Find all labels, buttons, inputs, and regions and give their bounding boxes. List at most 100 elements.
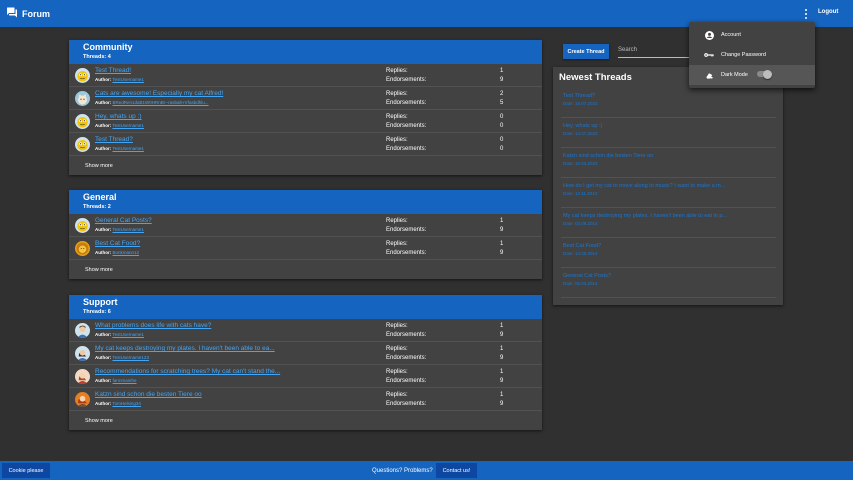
board-title: General (83, 192, 117, 202)
board-header[interactable]: Community Threads: 4 (69, 40, 542, 64)
board-header[interactable]: General Threads: 2 (69, 190, 542, 214)
thread-title-link[interactable]: Cats are awesome! Especially my cat Alfr… (95, 90, 223, 97)
avatar (75, 369, 90, 384)
newest-thread-item[interactable]: How do I get my cat to move along to mus… (561, 180, 776, 208)
contact-button[interactable]: Contact us! (436, 463, 477, 478)
author-link[interactable]: TestUsername1 (112, 332, 144, 337)
author-label: Author: (95, 100, 112, 105)
logout-button[interactable]: Logout (818, 9, 838, 15)
thread-title-link[interactable]: My cat keeps destroying my plates. I hav… (95, 345, 275, 352)
author-label: Author: (95, 332, 112, 337)
author-link[interactable]: BRedRen1daB1W0HRnBr--rasbalt-rrrfasbdhlu… (113, 100, 209, 105)
endorsements-count: 0 (500, 146, 504, 152)
avatar (75, 346, 90, 361)
endorsements-label: Endorsements: (386, 378, 427, 384)
newest-thread-date: Date: 03.08.2014 (563, 221, 598, 226)
endorsements-count: 9 (500, 250, 504, 256)
author-link[interactable]: TestUsername1 (112, 227, 144, 232)
thread-row: Hey, whats up :) Author: TestUsername1 Rep… (69, 110, 542, 133)
author-link[interactable]: TomHelsing34 (112, 401, 141, 406)
show-more-button[interactable]: Show more (69, 260, 542, 279)
replies-label: Replies: (386, 114, 408, 120)
endorsements-count: 5 (500, 100, 504, 106)
endorsements-label: Endorsements: (386, 77, 427, 83)
author-link[interactable]: TestUsername1 (112, 146, 144, 151)
brand[interactable]: Forum (6, 5, 50, 23)
newest-thread-title[interactable]: Katzn sind schon die besten Tiere oo (563, 153, 769, 159)
replies-count: 1 (500, 241, 504, 247)
author-link[interactable]: TestUsername1 (112, 123, 144, 128)
thread-title-link[interactable]: Hey, whats up :) (95, 113, 141, 120)
thread-title-link[interactable]: Test Thread! (95, 67, 131, 74)
newest-thread-title[interactable]: Best Cat Food? (563, 243, 769, 249)
dark-mode-toggle[interactable] (757, 69, 772, 79)
newest-thread-item[interactable]: General Cat Posts? Date: 06.03.2014 (561, 270, 776, 298)
avatar (75, 114, 90, 129)
replies-count: 1 (500, 392, 504, 398)
thread-row: Recommendations for scratching trees? My… (69, 365, 542, 388)
menu-item-dark-mode[interactable]: Dark Mode (689, 65, 815, 85)
newest-thread-title[interactable]: Test Thread? (563, 93, 769, 99)
thread-author: Author: TestUsername1 (95, 332, 144, 337)
endorsements-count: 9 (500, 355, 504, 361)
thread-title-link[interactable]: General Cat Posts? (95, 217, 152, 224)
endorsements-count: 0 (500, 123, 504, 129)
replies-count: 1 (500, 68, 504, 74)
newest-thread-item[interactable]: Best Cat Food? Date: 14.05.2014 (561, 240, 776, 268)
thread-title-link[interactable]: Test Thread? (95, 136, 133, 143)
thread-row: Test Thread? Author: TestUsername1 Replies… (69, 133, 542, 156)
author-label: Author: (95, 123, 112, 128)
endorsements-count: 9 (500, 77, 504, 83)
board-header[interactable]: Support Threads: 6 (69, 295, 542, 319)
cookie-button[interactable]: Cookie please (2, 463, 50, 478)
endorsements-count: 9 (500, 332, 504, 338)
newest-thread-item[interactable]: Hey, whats up :) Date: 14.07.2023 (561, 120, 776, 148)
replies-label: Replies: (386, 68, 408, 74)
avatar (75, 137, 90, 152)
more-vert-icon[interactable] (800, 8, 812, 20)
search-input[interactable]: Search (618, 45, 693, 58)
newest-thread-date: Date: 06.03.2014 (563, 281, 598, 286)
author-label: Author: (95, 401, 112, 406)
replies-label: Replies: (386, 323, 408, 329)
show-more-button[interactable]: Show more (69, 156, 542, 175)
avatar (75, 323, 90, 338)
thread-author: Author: TestUsername123 (95, 355, 149, 360)
replies-label: Replies: (386, 137, 408, 143)
menu-item-change-password[interactable]: Change Password (689, 45, 815, 65)
newest-thread-title[interactable]: General Cat Posts? (563, 273, 769, 279)
show-more-button[interactable]: Show more (69, 411, 542, 430)
endorsements-label: Endorsements: (386, 146, 427, 152)
endorsements-label: Endorsements: (386, 227, 427, 233)
menu-item-account[interactable]: Account (689, 25, 815, 45)
newest-thread-title[interactable]: Hey, whats up :) (563, 123, 769, 129)
endorsements-label: Endorsements: (386, 355, 427, 361)
newest-thread-title[interactable]: My cat keeps destroying my plates. I hav… (563, 213, 769, 219)
newest-threads-panel: Newest Threads Test Thread? Date: 18.07.2… (553, 67, 783, 305)
newest-thread-title[interactable]: How do I get my cat to move along to mus… (563, 183, 769, 189)
avatar (75, 241, 90, 256)
newest-thread-item[interactable]: Katzn sind schon die besten Tiere oo Date… (561, 150, 776, 178)
thread-title-link[interactable]: What problems does life with cats have? (95, 322, 211, 329)
replies-count: 1 (500, 323, 504, 329)
thread-title-link[interactable]: Best Cat Food? (95, 240, 140, 247)
author-link[interactable]: Bonkmann12 (113, 250, 140, 255)
create-thread-button[interactable]: Create Thread (563, 44, 609, 59)
newest-thread-item[interactable]: My cat keeps destroying my plates. I hav… (561, 210, 776, 238)
author-link[interactable]: TestUsername1 (112, 77, 144, 82)
thread-row: What problems does life with cats have? A… (69, 319, 542, 342)
thread-title-link[interactable]: Katzn sind schon die besten Tiere oo (95, 391, 202, 398)
endorsements-label: Endorsements: (386, 401, 427, 407)
author-link[interactable]: TestUsername123 (112, 355, 149, 360)
author-link[interactable]: farmmanthe (113, 378, 137, 383)
board-card-general: General Threads: 2 General Cat Posts? Autho… (69, 190, 542, 279)
newest-thread-item[interactable]: Test Thread? Date: 18.07.2023 (561, 90, 776, 118)
endorsements-label: Endorsements: (386, 250, 427, 256)
board-card-community: Community Threads: 4 Test Thread! Author: T… (69, 40, 542, 175)
board-thread-count: Threads: 4 (83, 54, 111, 60)
thread-author: Author: TestUsername1 (95, 77, 144, 82)
author-label: Author: (95, 355, 112, 360)
thread-title-link[interactable]: Recommendations for scratching trees? My… (95, 368, 280, 375)
replies-label: Replies: (386, 218, 408, 224)
menu-item-label: Change Password (721, 52, 766, 58)
